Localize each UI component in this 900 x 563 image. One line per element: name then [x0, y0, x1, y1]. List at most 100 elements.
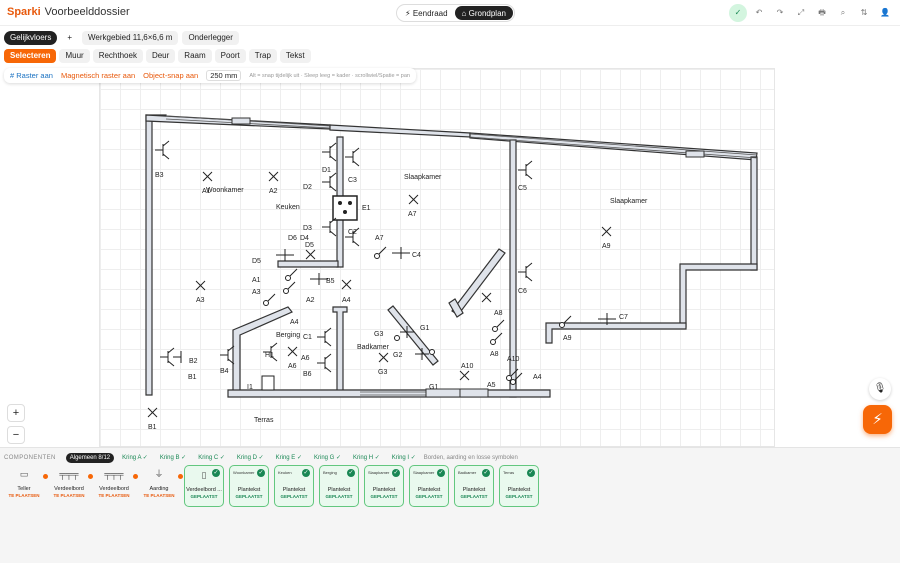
tab-kring-e[interactable]: Kring E ✓	[272, 452, 306, 463]
symbol-label[interactable]: B6	[303, 371, 312, 378]
symbol-label[interactable]: G3	[374, 331, 383, 338]
grid-toggle[interactable]: # Raster aan	[10, 71, 53, 80]
symbol-label[interactable]: C3	[348, 177, 357, 184]
symbol-label[interactable]: A1	[252, 277, 261, 284]
tab-kring-d[interactable]: Kring D ✓	[233, 452, 268, 463]
component-card[interactable]: ✓ Slaapkamer Plantekst GEPLAATST	[364, 465, 404, 507]
check-icon[interactable]: ✓	[729, 4, 747, 22]
symbol-label[interactable]: G3	[378, 369, 387, 376]
symbol-label[interactable]: B5	[326, 278, 335, 285]
tool-door[interactable]: Deur	[145, 49, 176, 63]
symbol-label[interactable]: A4	[342, 297, 351, 304]
tool-window[interactable]: Raam	[178, 49, 212, 63]
zoom-in-button[interactable]: +	[7, 404, 25, 422]
symbol-label[interactable]: A8	[494, 310, 503, 317]
tab-kring-h[interactable]: Kring H ✓	[349, 452, 384, 463]
symbol-label[interactable]: G1	[420, 325, 429, 332]
component-card[interactable]: ✓ Woonkamer Plantekst GEPLAATST	[229, 465, 269, 507]
tab-kring-i[interactable]: Kring I ✓	[388, 452, 420, 463]
tool-rectangle[interactable]: Rechthoek	[92, 49, 143, 63]
symbol-label[interactable]: B1	[188, 374, 197, 381]
sort-icon[interactable]: ⇅	[855, 4, 873, 22]
symbol-label[interactable]: D3	[303, 225, 312, 232]
search-icon[interactable]: ⌕	[834, 4, 852, 22]
view-grondplan-button[interactable]: ⌂ Grondplan	[454, 6, 513, 20]
mic-icon[interactable]: 🎙	[869, 378, 891, 400]
component-card[interactable]: ✓ ▯ Verdeelbord ... GEPLAATST	[184, 465, 224, 507]
magnetic-grid-toggle[interactable]: Magnetisch raster aan	[61, 71, 135, 80]
symbol-label[interactable]: A4	[290, 319, 299, 326]
floor-tab[interactable]: Gelijkvloers	[4, 31, 58, 45]
quick-action-button[interactable]: ⚡	[863, 405, 892, 434]
symbol-label[interactable]: B2	[189, 358, 198, 365]
user-icon[interactable]: 👤	[876, 4, 894, 22]
symbol-label[interactable]: D4	[300, 235, 309, 242]
symbol-label[interactable]: A9	[563, 335, 572, 342]
underlay-button[interactable]: Onderlegger	[182, 31, 239, 45]
add-floor-button[interactable]: +	[61, 31, 79, 45]
symbol-label[interactable]: A7	[375, 235, 384, 242]
undo-icon[interactable]: ↶	[750, 4, 768, 22]
symbol-label[interactable]: D5	[305, 242, 314, 249]
symbol-label[interactable]: B4	[220, 368, 229, 375]
symbol-label[interactable]: G1	[429, 384, 438, 391]
symbol-label[interactable]: C4	[412, 252, 421, 259]
symbol-label[interactable]: H1	[265, 352, 274, 359]
symbol-label[interactable]: A5	[487, 382, 496, 389]
symbol-label[interactable]: A3	[196, 297, 205, 304]
tab-kring-a[interactable]: Kring A ✓	[118, 452, 152, 463]
tool-stairs[interactable]: Trap	[248, 49, 277, 63]
redo-icon[interactable]: ↷	[771, 4, 789, 22]
component-card[interactable]: ✓ Keuken Plantekst GEPLAATST	[274, 465, 314, 507]
symbol-label[interactable]: C7	[619, 314, 628, 321]
symbol-label[interactable]: E1	[362, 205, 371, 212]
symbol-label[interactable]: A10	[461, 363, 474, 370]
object-snap-toggle[interactable]: Object-snap aan	[143, 71, 198, 80]
symbol-label[interactable]: A8	[490, 351, 499, 358]
component-card[interactable]: ✓ Terras Plantekst GEPLAATST	[499, 465, 539, 507]
symbol-label[interactable]: A9	[602, 243, 611, 250]
symbol-label[interactable]: A2	[269, 188, 278, 195]
tool-gate[interactable]: Poort	[214, 49, 246, 63]
symbol-label[interactable]: A2	[306, 297, 315, 304]
tab-kring-g[interactable]: Kring G ✓	[310, 452, 345, 463]
floor-plan[interactable]: Woonkamer Keuken Slaapkamer Slaapkamer B…	[0, 67, 900, 447]
component-card[interactable]: ✓ Berging Plantekst GEPLAATST	[319, 465, 359, 507]
component-card[interactable]: ✓ Slaapkamer Plantekst GEPLAATST	[409, 465, 449, 507]
symbol-label[interactable]: C6	[518, 288, 527, 295]
symbol-label[interactable]: C1	[303, 334, 312, 341]
symbol-label[interactable]: C5	[518, 185, 527, 192]
print-icon[interactable]: 🖶	[813, 4, 831, 22]
component-card[interactable]: ⏚ Aarding TE PLAATSEN	[139, 465, 183, 507]
workarea-button[interactable]: Werkgebied 11,6×6,6 m	[82, 31, 179, 45]
symbol-label[interactable]: D1	[322, 167, 331, 174]
zoom-out-button[interactable]: −	[7, 426, 25, 444]
snap-step-select[interactable]: 250 mm	[206, 70, 242, 81]
symbol-label[interactable]: D2	[303, 184, 312, 191]
symbol-label[interactable]: A7	[408, 211, 417, 218]
symbol-label[interactable]: I1	[247, 384, 253, 391]
view-eendraad-button[interactable]: ⚡ Eendraad	[398, 6, 455, 20]
fullscreen-icon[interactable]: ⤢	[792, 4, 810, 22]
tool-wall[interactable]: Muur	[59, 49, 90, 63]
tab-algemeen[interactable]: Algemeen 8/12	[65, 452, 115, 463]
symbol-label[interactable]: G2	[393, 352, 402, 359]
component-card[interactable]: ✓ Badkamer Plantekst GEPLAATST	[454, 465, 494, 507]
symbol-label[interactable]: A6	[288, 363, 297, 370]
drawing-canvas[interactable]: Woonkamer Keuken Slaapkamer Slaapkamer B…	[0, 67, 900, 447]
symbol-label[interactable]: A10	[507, 356, 520, 363]
component-card[interactable]: ╤╤╤ Verdeelbord TE PLAATSEN	[94, 465, 138, 507]
symbol-label[interactable]: A1	[202, 188, 211, 195]
tab-kring-b[interactable]: Kring B ✓	[156, 452, 190, 463]
component-card[interactable]: ▭ Teller TE PLAATSEN	[4, 465, 48, 507]
tool-text[interactable]: Tekst	[279, 49, 311, 63]
symbol-label[interactable]: A6	[301, 355, 310, 362]
symbol-label[interactable]: B1	[148, 424, 157, 431]
symbol-label[interactable]: A4	[533, 374, 542, 381]
symbol-label[interactable]: A3	[252, 289, 261, 296]
symbol-label[interactable]: D6	[288, 235, 297, 242]
symbol-label[interactable]: C2	[348, 229, 357, 236]
tool-select[interactable]: Selecteren	[4, 49, 57, 63]
tab-kring-c[interactable]: Kring C ✓	[194, 452, 229, 463]
symbol-label[interactable]: D5	[252, 258, 261, 265]
